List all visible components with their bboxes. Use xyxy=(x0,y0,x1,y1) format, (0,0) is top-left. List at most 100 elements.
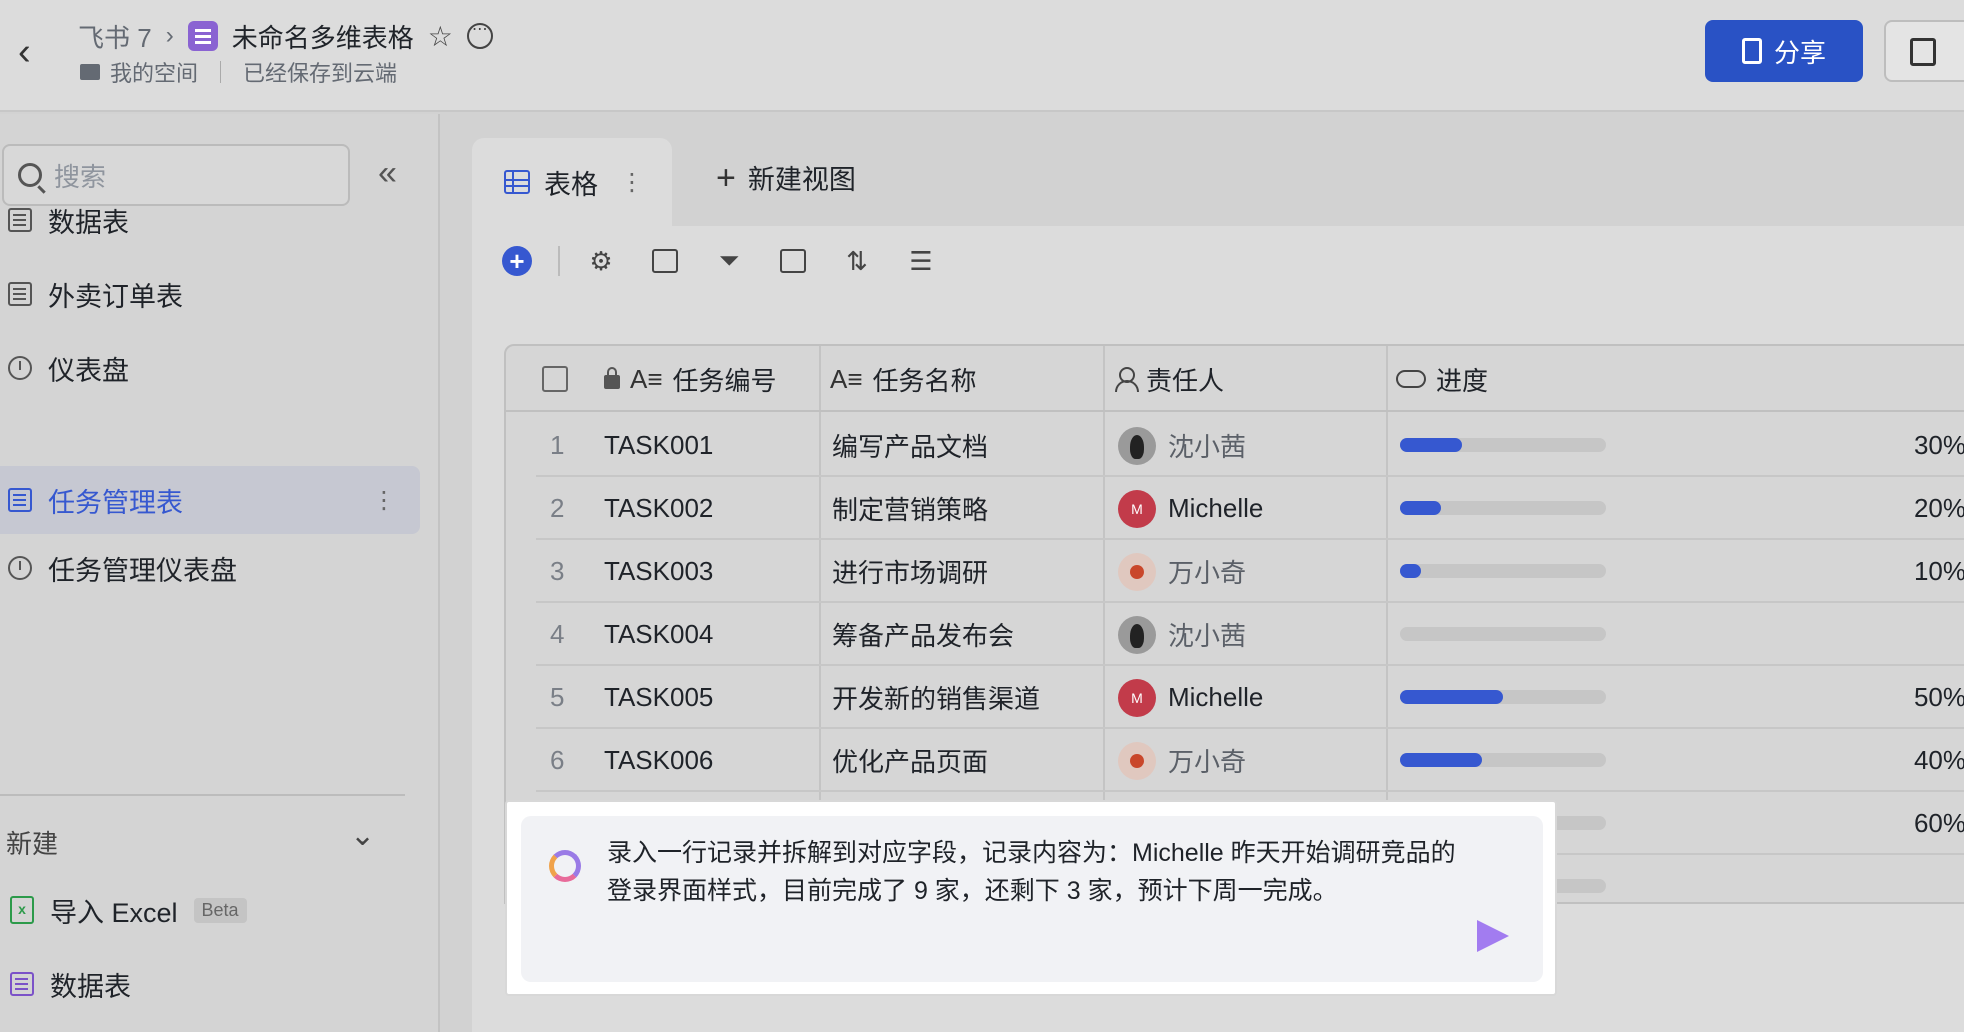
comment-icon[interactable] xyxy=(466,19,493,49)
sort-icon[interactable]: ⇅ xyxy=(842,246,872,276)
table-row[interactable]: 6 TASK006 优化产品页面 万小奇 40% xyxy=(536,729,1964,792)
new-view-button[interactable]: + 新建视图 xyxy=(716,158,856,197)
grid-icon xyxy=(8,208,32,232)
cell-task-name[interactable]: 开发新的销售渠道 xyxy=(832,666,1040,729)
column-header-task-id[interactable]: A≡ 任务编号 xyxy=(604,346,777,412)
cell-owner[interactable]: M Michelle xyxy=(1118,666,1263,729)
share-label: 分享 xyxy=(1773,37,1826,68)
filter-icon[interactable]: ⏷ xyxy=(714,245,744,276)
document-icon xyxy=(1910,38,1936,66)
grid-icon xyxy=(8,488,32,512)
table-row[interactable]: 4 TASK004 筹备产品发布会 沈小茜 xyxy=(536,603,1964,666)
table-row[interactable]: 5 TASK005 开发新的销售渠道 M Michelle 50% xyxy=(536,666,1964,729)
search-icon xyxy=(18,163,42,187)
ai-prompt-input[interactable]: 录入一行记录并拆解到对应字段，记录内容为：Michelle 昨天开始调研竞品的登… xyxy=(521,816,1543,982)
cell-progress[interactable]: 40% xyxy=(1388,729,1964,792)
cell-owner[interactable]: 沈小茜 xyxy=(1118,414,1246,477)
sidebar-item-task-dashboard[interactable]: 任务管理仪表盘 xyxy=(0,534,420,602)
sidebar-item-takeout-orders[interactable]: 外卖订单表 xyxy=(0,260,420,328)
send-icon[interactable] xyxy=(1477,920,1509,952)
chevron-right-icon: › xyxy=(165,22,174,49)
row-number: 4 xyxy=(550,619,565,649)
import-excel-item[interactable]: x 导入 Excel Beta xyxy=(0,876,420,944)
excel-icon: x xyxy=(10,896,34,924)
avatar: M xyxy=(1118,489,1156,528)
star-icon[interactable]: ☆ xyxy=(428,20,453,53)
table-row[interactable]: 3 TASK003 进行市场调研 万小奇 10% xyxy=(536,540,1964,603)
group-icon[interactable] xyxy=(778,246,808,276)
cell-progress[interactable]: 10% xyxy=(1388,540,1964,603)
new-view-label: 新建视图 xyxy=(747,165,856,195)
progress-bar xyxy=(1400,753,1606,767)
row-number: 6 xyxy=(550,745,565,775)
column-header-progress[interactable]: 进度 xyxy=(1396,346,1488,412)
owner-name: Michelle xyxy=(1168,682,1264,712)
cell-owner[interactable]: 万小奇 xyxy=(1118,540,1246,603)
cell-task-id[interactable]: TASK006 xyxy=(604,729,713,792)
add-record-icon[interactable]: + xyxy=(502,246,532,276)
grid-icon xyxy=(10,972,34,996)
field-config-icon[interactable] xyxy=(650,246,680,276)
share-button[interactable]: 分享 xyxy=(1705,20,1863,82)
row-height-icon[interactable]: ☰ xyxy=(906,246,936,276)
divider xyxy=(220,61,222,83)
table-row[interactable]: 1 TASK001 编写产品文档 沈小茜 30% xyxy=(536,414,1964,477)
table-icon xyxy=(504,170,530,194)
owner-name: 沈小茜 xyxy=(1168,432,1247,462)
avatar xyxy=(1118,741,1156,780)
sidebar-item-task-management[interactable]: 任务管理表 ⋮ xyxy=(0,466,420,534)
doc-action-button[interactable] xyxy=(1884,20,1964,82)
breadcrumb-workspace[interactable]: 飞书 7 xyxy=(78,18,152,55)
more-options-icon[interactable]: ⋮ xyxy=(372,486,396,515)
owner-name: 万小奇 xyxy=(1168,558,1247,588)
cell-task-name[interactable]: 优化产品页面 xyxy=(832,729,988,792)
back-icon[interactable]: ‹ xyxy=(18,32,46,72)
row-number: 3 xyxy=(550,556,565,586)
cell-owner[interactable]: 沈小茜 xyxy=(1118,603,1246,666)
cell-progress[interactable] xyxy=(1388,603,1964,666)
owner-name: 沈小茜 xyxy=(1168,621,1247,651)
folder-icon xyxy=(80,64,100,80)
table-row[interactable]: 2 TASK002 制定营销策略 M Michelle 20% xyxy=(536,477,1964,540)
ai-prompt-card: 录入一行记录并拆解到对应字段，记录内容为：Michelle 昨天开始调研竞品的登… xyxy=(505,800,1557,996)
cell-owner[interactable]: M Michelle xyxy=(1118,477,1263,540)
cell-progress[interactable]: 20% xyxy=(1388,477,1964,540)
progress-bar xyxy=(1400,564,1606,578)
progress-fill xyxy=(1400,753,1483,767)
doc-title[interactable]: 未命名多维表格 xyxy=(232,18,414,55)
cell-task-name[interactable]: 筹备产品发布会 xyxy=(832,603,1014,666)
sidebar-item-label: 数据表 xyxy=(48,207,129,238)
cell-task-id[interactable]: TASK005 xyxy=(604,666,713,729)
tab-table-view[interactable]: 表格 ⋮ xyxy=(472,138,672,226)
text-field-icon: A≡ xyxy=(630,363,663,394)
chevron-down-icon[interactable]: ⌄ xyxy=(350,818,375,853)
sidebar-item-data-table[interactable]: 数据表 xyxy=(0,186,420,254)
row-number: 5 xyxy=(550,682,565,712)
select-all-checkbox[interactable] xyxy=(542,346,568,412)
building-icon xyxy=(1741,38,1762,64)
cell-task-name[interactable]: 进行市场调研 xyxy=(832,540,988,603)
cell-task-name[interactable]: 制定营销策略 xyxy=(832,477,988,540)
cell-progress[interactable]: 50% xyxy=(1388,666,1964,729)
column-header-owner[interactable]: 责任人 xyxy=(1114,346,1224,412)
location-label[interactable]: 我的空间 xyxy=(110,56,198,88)
toolbar: + ⚙ ⏷ ⇅ ☰ xyxy=(502,245,936,276)
sidebar-item-label: 外卖订单表 xyxy=(48,281,183,312)
avatar xyxy=(1118,552,1156,591)
cell-task-id[interactable]: TASK004 xyxy=(604,603,713,666)
cell-task-id[interactable]: TASK001 xyxy=(604,414,713,477)
sidebar-item-dashboard[interactable]: 仪表盘 xyxy=(0,334,420,402)
more-options-icon[interactable]: ⋮ xyxy=(620,168,644,197)
progress-bar xyxy=(1400,438,1606,452)
cell-owner[interactable]: 万小奇 xyxy=(1118,729,1246,792)
cell-task-name[interactable]: 编写产品文档 xyxy=(832,414,988,477)
column-header-task-name[interactable]: A≡ 任务名称 xyxy=(830,346,977,412)
dashboard-icon xyxy=(8,556,32,580)
breadcrumb: 飞书 7 › 未命名多维表格 ☆ xyxy=(78,16,493,56)
settings-icon[interactable]: ⚙ xyxy=(586,246,616,276)
column-label: 责任人 xyxy=(1146,365,1225,396)
new-data-table-item[interactable]: 数据表 xyxy=(0,950,420,1018)
cell-task-id[interactable]: TASK002 xyxy=(604,477,713,540)
cell-progress[interactable]: 30% xyxy=(1388,414,1964,477)
cell-task-id[interactable]: TASK003 xyxy=(604,540,713,603)
